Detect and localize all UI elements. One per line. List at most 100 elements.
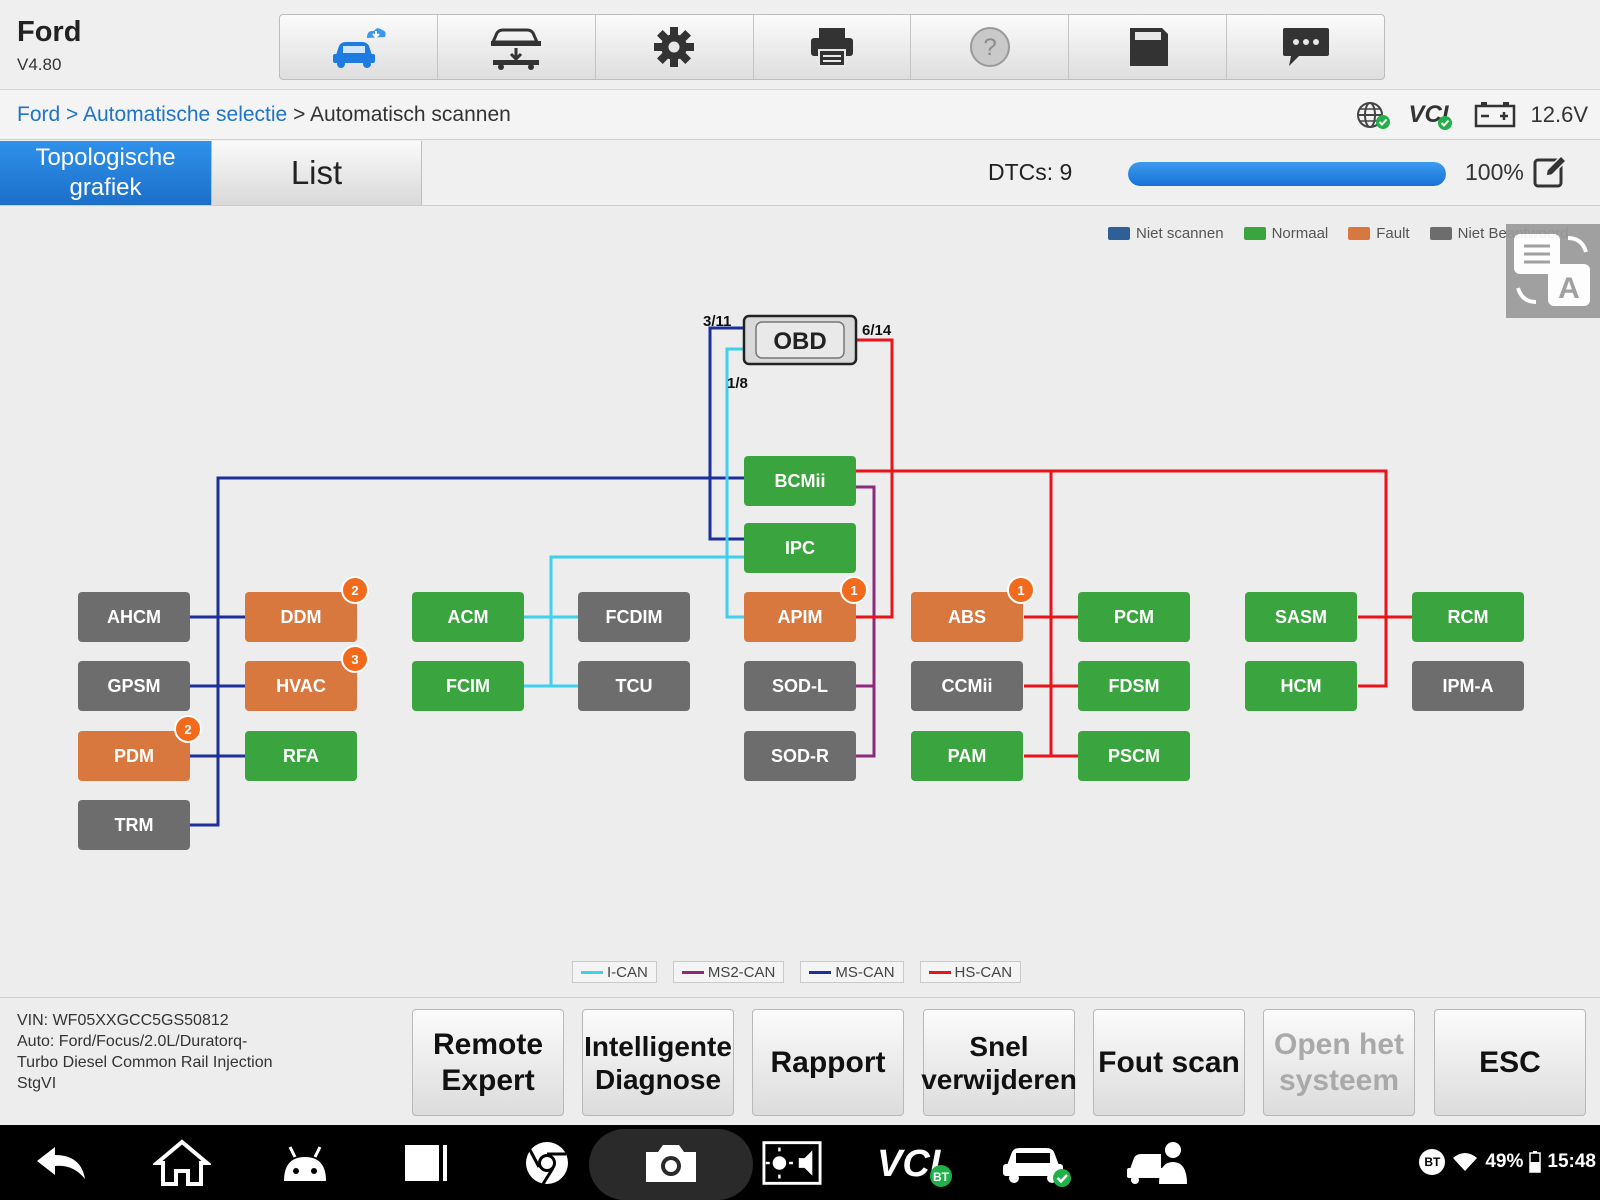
remote-expert-nav-button[interactable] xyxy=(1125,1137,1195,1189)
svg-text:A: A xyxy=(1558,272,1580,305)
vehicle-status-button[interactable] xyxy=(1000,1137,1080,1189)
brand: Ford V4.80 xyxy=(17,16,81,75)
module-label: APIM xyxy=(778,607,823,627)
recents-icon xyxy=(405,1145,447,1181)
screenshot-button[interactable] xyxy=(641,1137,701,1189)
module-node-ddm[interactable]: DDM 2 xyxy=(245,576,369,642)
print-button[interactable] xyxy=(754,15,912,79)
edit-icon[interactable] xyxy=(1532,154,1568,190)
translate-button[interactable]: A xyxy=(1506,224,1600,318)
esc-button[interactable]: ESC xyxy=(1434,1009,1586,1116)
vehicle-info: VIN: WF05XXGCC5GS50812 Auto: Ford/Focus/… xyxy=(17,1010,397,1094)
module-node-rfa[interactable]: RFA xyxy=(245,731,357,781)
svg-text:?: ? xyxy=(983,34,996,61)
module-node-fdsm[interactable]: FDSM xyxy=(1078,661,1190,711)
module-label: PAM xyxy=(948,746,987,766)
module-label: SASM xyxy=(1275,607,1327,627)
home-button[interactable] xyxy=(152,1137,212,1189)
android-icon xyxy=(284,1146,326,1181)
vehicle-lift-button[interactable] xyxy=(438,15,596,79)
module-node-sod-r[interactable]: SOD-R xyxy=(744,731,856,781)
module-node-sod-l[interactable]: SOD-L xyxy=(744,661,856,711)
bus-legend: I-CAN MS2-CAN MS-CAN HS-CAN xyxy=(572,961,1022,983)
module-label: RCM xyxy=(1448,607,1489,627)
status-area: VCI 12.6V xyxy=(1354,98,1588,132)
module-label: SOD-L xyxy=(772,676,828,696)
wifi-icon xyxy=(1453,1153,1478,1171)
bus-legend-line xyxy=(809,970,832,974)
settings-button[interactable] xyxy=(596,15,754,79)
module-node-tcu[interactable]: TCU xyxy=(578,661,690,711)
module-node-rcm[interactable]: RCM xyxy=(1412,592,1524,642)
save-icon xyxy=(1129,28,1168,66)
brightness-volume-button[interactable] xyxy=(762,1137,822,1189)
help-button[interactable]: ? xyxy=(911,15,1070,79)
battery-percent: 49% xyxy=(1485,1151,1524,1172)
camera-icon xyxy=(646,1145,696,1182)
module-node-fcdim[interactable]: FCDIM xyxy=(578,592,690,642)
module-node-ahcm[interactable]: AHCM xyxy=(78,592,190,642)
recents-button[interactable] xyxy=(396,1137,456,1189)
clock: 15:48 xyxy=(1547,1151,1596,1172)
module-node-sasm[interactable]: SASM xyxy=(1245,592,1357,642)
module-label: GPSM xyxy=(107,676,160,696)
module-node-apim[interactable]: APIM 1 xyxy=(744,576,868,642)
module-node-gpsm[interactable]: GPSM xyxy=(78,661,190,711)
tab-list[interactable]: List xyxy=(211,141,422,205)
bus-legend-line xyxy=(581,970,603,974)
vci-bt-button[interactable]: VCI BT xyxy=(875,1137,965,1189)
remote-expert-button[interactable]: Remote Expert xyxy=(412,1009,564,1116)
module-node-acm[interactable]: ACM xyxy=(412,592,524,642)
back-button[interactable] xyxy=(32,1137,92,1189)
topology-diagram: OBD 3/11 6/14 1/8 BCMii IPC APIM 1 SOD-L SOD-… xyxy=(78,313,1524,850)
status-legend: Niet scannenNormaalFaultNiet Beantwoord xyxy=(1108,225,1569,242)
module-node-pdm[interactable]: PDM 2 xyxy=(78,715,202,781)
module-node-hvac[interactable]: HVAC 3 xyxy=(245,645,369,711)
vin-text: VIN: WF05XXGCC5GS50812 xyxy=(17,1012,229,1029)
module-node-fcim[interactable]: FCIM xyxy=(412,661,524,711)
tab-topology[interactable]: Topologische grafiek xyxy=(0,141,211,205)
browser-button[interactable] xyxy=(517,1137,577,1189)
scan-progress-bar xyxy=(1128,162,1446,186)
fault-scan-button[interactable]: Fout scan xyxy=(1093,1009,1245,1116)
module-label: DDM xyxy=(281,607,322,627)
intelligent-diagnosis-button[interactable]: Intelligente Diagnose xyxy=(582,1009,734,1116)
legend-label: Fault xyxy=(1376,225,1410,242)
chat-icon xyxy=(1282,28,1329,66)
vehicle-cloud-button[interactable] xyxy=(280,15,438,79)
bus-legend-line xyxy=(681,970,704,974)
obd-connector[interactable]: OBD xyxy=(742,314,858,366)
module-label: IPM-A xyxy=(1443,676,1494,696)
android-button[interactable] xyxy=(275,1137,335,1189)
report-button[interactable]: Rapport xyxy=(752,1009,904,1116)
module-node-hcm[interactable]: HCM xyxy=(1245,661,1357,711)
module-node-trm[interactable]: TRM xyxy=(78,800,190,850)
car-cloud-icon xyxy=(333,28,386,68)
module-label: CCMii xyxy=(942,676,993,696)
breadcrumb-auto-select[interactable]: Automatische selectie xyxy=(83,103,287,126)
module-node-ipc[interactable]: IPC xyxy=(744,523,856,573)
app-root: Ford V4.80 ? Ford > Automatische selecti… xyxy=(0,0,1600,1200)
module-node-pam[interactable]: PAM xyxy=(911,731,1023,781)
module-label: FCDIM xyxy=(606,607,663,627)
voltage-readout: 12.6V xyxy=(1530,102,1589,127)
open-system-button[interactable]: Open het systeem xyxy=(1263,1009,1415,1116)
bus-legend-line xyxy=(928,970,951,974)
module-label: ACM xyxy=(448,607,489,627)
module-node-ccmii[interactable]: CCMii xyxy=(911,661,1023,711)
breadcrumb-ford[interactable]: Ford xyxy=(17,103,60,126)
module-node-ipm-a[interactable]: IPM-A xyxy=(1412,661,1524,711)
module-node-pscm[interactable]: PSCM xyxy=(1078,731,1190,781)
module-label: ABS xyxy=(948,607,986,627)
quick-clear-button[interactable]: Snel verwijderen xyxy=(921,1009,1077,1116)
module-node-bcmii[interactable]: BCMii xyxy=(744,456,856,506)
module-node-pcm[interactable]: PCM xyxy=(1078,592,1190,642)
obd-label: OBD xyxy=(773,328,826,355)
module-nodes: BCMii IPC APIM 1 SOD-L SOD-R AHCM GPSM PDM 2 TRM DD… xyxy=(78,456,1524,850)
battery-icon xyxy=(1474,102,1515,128)
module-node-abs[interactable]: ABS 1 xyxy=(911,576,1035,642)
save-button[interactable] xyxy=(1069,15,1228,79)
breadcrumb-separator: > xyxy=(60,103,83,126)
bus-legend-item: I-CAN xyxy=(572,961,657,983)
feedback-button[interactable] xyxy=(1227,15,1384,79)
